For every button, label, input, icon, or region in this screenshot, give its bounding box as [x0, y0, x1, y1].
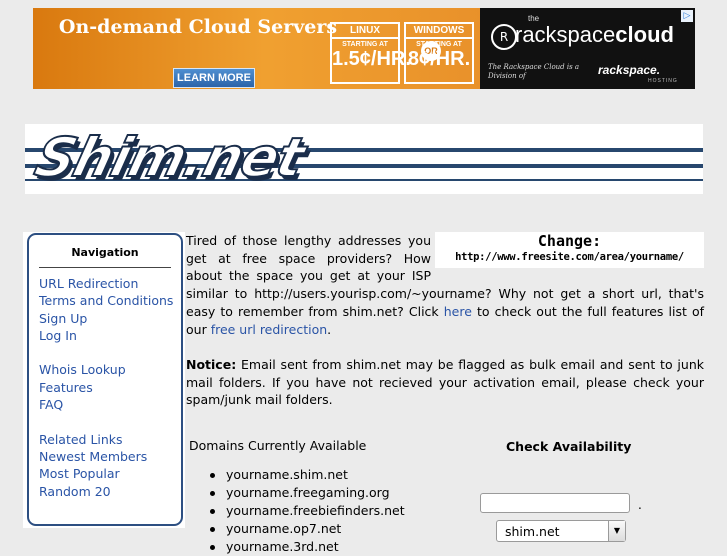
nav-link-features[interactable]: Features [39, 379, 173, 396]
nav-link-log-in[interactable]: Log In [39, 327, 173, 344]
site-logo[interactable]: Shim.net [28, 125, 311, 190]
rackspace-logo-icon: R [491, 24, 517, 50]
ad-windows-price: WINDOWS STARTING AT 8¢/HR. [404, 22, 474, 84]
ad-learn-more-button[interactable]: LEARN MORE [173, 68, 255, 88]
nav-link-terms[interactable]: Terms and Conditions [39, 292, 173, 309]
chevron-down-icon[interactable]: ▼ [608, 521, 625, 541]
nav-link-newest-members[interactable]: Newest Members [39, 448, 173, 465]
nav-link-random-20[interactable]: Random 20 [39, 483, 173, 500]
change-example-box: Change: http://www.freesite.com/area/you… [435, 232, 704, 268]
ad-brand-panel: R the rackspacecloud The Rackspace Cloud… [480, 8, 695, 89]
ad-linux-label: LINUX [332, 24, 398, 39]
ad-division-text: The Rackspace Cloud is a Division of [488, 63, 580, 80]
domains-title: Domains Currently Available [189, 438, 367, 453]
nav-link-whois[interactable]: Whois Lookup [39, 361, 173, 378]
ad-hosting-label: HOSTING [648, 78, 678, 84]
domain-select-dropdown[interactable]: shim.net ▼ [496, 520, 626, 542]
rackspace-ad-banner[interactable]: On-demand Cloud Servers LEARN MORE LINUX… [33, 8, 695, 89]
notice-label: Notice: [186, 356, 237, 372]
domain-select-value: shim.net [505, 524, 560, 539]
ad-windows-label: WINDOWS [406, 24, 472, 39]
subdomain-name-input[interactable] [480, 493, 630, 513]
list-item: yourname.3rd.net [210, 538, 405, 556]
ad-linux-price: LINUX STARTING AT 1.5¢/HR. [330, 22, 411, 84]
ad-division-brand: rackspace. [598, 63, 661, 77]
notice-text: Email sent from shim.net may be flagged … [186, 356, 704, 408]
ad-brand-rackspace: rackspace [515, 22, 616, 47]
nav-link-related-links[interactable]: Related Links [39, 431, 173, 448]
nav-gap [39, 413, 173, 430]
free-url-redirection-link[interactable]: free url redirection [211, 322, 327, 337]
ad-brand-cloud: cloud [615, 22, 674, 47]
list-item: yourname.freegaming.org [210, 484, 405, 502]
list-item: yourname.shim.net [210, 466, 405, 484]
list-item: yourname.op7.net [210, 520, 405, 538]
ad-linux-starting: STARTING AT [342, 41, 388, 48]
navigation-list: URL Redirection Terms and Conditions Sig… [39, 275, 173, 500]
nav-link-url-redirection[interactable]: URL Redirection [39, 275, 173, 292]
ad-brand-name: rackspacecloud [515, 22, 674, 48]
nav-gap [39, 344, 173, 361]
domain-separator-dot: . [638, 498, 642, 512]
notice-paragraph: Notice: Email sent from shim.net may be … [186, 356, 704, 409]
ad-windows-starting: STARTING AT [416, 41, 462, 48]
check-availability-title: Check Availability [506, 439, 632, 454]
ad-linux-amount: 1.5¢/HR. [332, 48, 411, 70]
navigation-title: Navigation [71, 246, 139, 259]
change-title: Change: [537, 232, 602, 250]
navigation-box: Navigation URL Redirection Terms and Con… [27, 233, 183, 526]
ad-windows-amount: 8¢/HR. [407, 48, 471, 70]
ad-headline: On-demand Cloud Servers [58, 16, 338, 38]
nav-link-sign-up[interactable]: Sign Up [39, 310, 173, 327]
site-logo-band[interactable]: Shim.net [25, 124, 703, 194]
nav-link-faq[interactable]: FAQ [39, 396, 173, 413]
navigation-panel: Navigation URL Redirection Terms and Con… [23, 232, 185, 528]
features-here-link[interactable]: here [444, 304, 472, 319]
domain-list: yourname.shim.net yourname.freegaming.or… [210, 466, 405, 556]
list-item: yourname.freebiefinders.net [210, 502, 405, 520]
intro-end: . [327, 321, 332, 337]
change-url-example: http://www.freesite.com/area/yourname/ [455, 251, 684, 263]
navigation-divider [39, 267, 171, 268]
ad-info-icon[interactable]: ▷ [681, 10, 693, 22]
nav-link-most-popular[interactable]: Most Popular [39, 465, 173, 482]
main-content: Change: http://www.freesite.com/area/you… [186, 232, 704, 427]
